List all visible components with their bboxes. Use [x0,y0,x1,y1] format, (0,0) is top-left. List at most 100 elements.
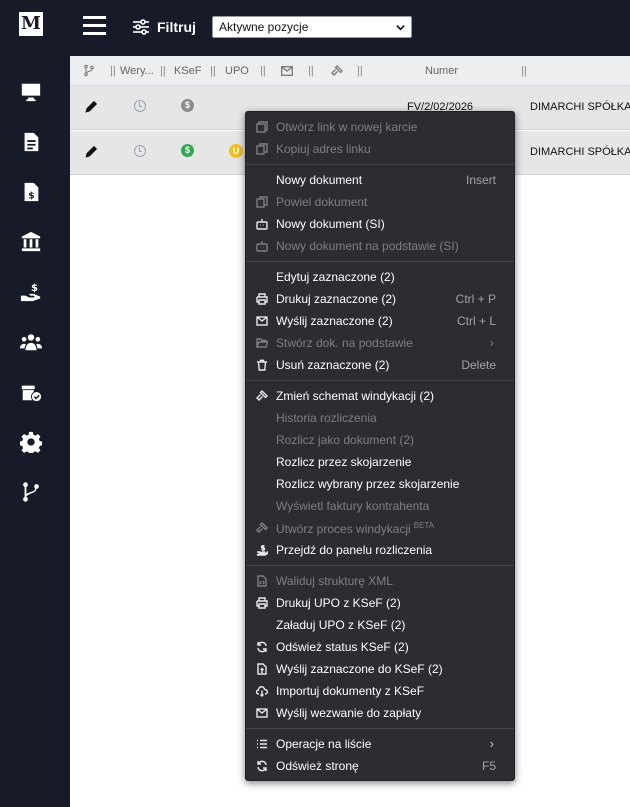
menu-item-edit-selected[interactable]: Edytuj zaznaczone (2) [246,266,514,288]
ksef-status-pending-icon[interactable]: $ [181,99,194,112]
menu-item-create-collection-process[interactable]: Utwórz proces windykacji BETA [246,517,514,539]
sidebar-item-workflow[interactable] [19,480,43,504]
gavel-icon [255,389,268,402]
edit-pencil-icon[interactable] [84,100,98,114]
branch-icon [23,482,39,502]
chevron-down-icon [396,25,405,31]
sidebar-item-settings[interactable] [19,430,43,454]
hand-dollar-icon [255,543,268,556]
column-separator[interactable]: || [357,65,363,77]
menu-item-import-from-ksef[interactable]: Importuj dokumenty z KSeF [246,680,514,702]
menu-item-refresh-page[interactable]: Odśwież stronę F5 [246,755,514,777]
menu-item-settle-as-document[interactable]: Rozlicz jako dokument (2) [246,429,514,451]
select-value: Aktywne pozycje [219,20,309,34]
ksef-status-sent-icon[interactable]: $ [181,144,194,157]
printer-icon [255,292,268,305]
menu-item-duplicate-document[interactable]: Powiel dokument [246,191,514,213]
trash-icon [255,358,268,371]
app-logo[interactable]: M [19,12,43,36]
edit-pencil-icon[interactable] [84,145,98,159]
menu-item-validate-xml[interactable]: Waliduj strukturę XML [246,570,514,592]
column-header-ksef[interactable]: KSeF [174,65,202,77]
robot-icon [255,239,268,252]
sidebar-item-documents[interactable] [19,130,43,154]
sidebar-item-dashboard[interactable] [19,80,43,104]
position-filter-select[interactable]: Aktywne pozycje [212,16,412,38]
folder-open-icon [255,336,268,349]
copy-icon [255,195,268,208]
column-header-weryfikacja[interactable]: Wery... [120,65,154,77]
users-icon [20,334,42,351]
upo-badge-icon[interactable]: U [229,144,243,158]
menu-item-print-upo[interactable]: Drukuj UPO z KSeF (2) [246,592,514,614]
column-separator[interactable]: || [160,65,166,77]
app-window: M $ $ Filtruj Aktywne pozycje || Wery...… [0,0,630,807]
column-separator[interactable]: || [521,65,527,77]
menu-item-load-upo[interactable]: Załaduj UPO z KSeF (2) [246,614,514,636]
column-separator[interactable]: || [260,65,266,77]
menu-divider [246,728,514,729]
sidebar-item-contractors[interactable] [19,330,43,354]
bank-icon [21,231,41,252]
envelope-icon [255,314,268,327]
topbar: Filtruj Aktywne pozycje [70,0,630,56]
sidebar: M $ $ [0,0,70,807]
sidebar-item-bank[interactable] [19,230,43,254]
gear-icon [20,431,42,453]
menu-item-settle-by-matching[interactable]: Rozlicz przez skojarzenie [246,451,514,473]
cloud-download-icon [255,684,268,697]
sliders-icon [133,19,149,35]
menu-item-delete-selected[interactable]: Usuń zaznaczone (2) Delete [246,354,514,376]
hand-dollar-icon: $ [20,283,41,302]
menu-item-show-contractor-invoices[interactable]: Wyświetl faktury kontrahenta [246,495,514,517]
copy-icon [255,142,268,155]
menu-item-send-to-ksef[interactable]: Wyślij zaznaczone do KSeF (2) [246,658,514,680]
box-check-icon [21,385,42,403]
menu-item-print-selected[interactable]: Drukuj zaznaczone (2) Ctrl + P [246,288,514,310]
menu-item-send-payment-reminder[interactable]: Wyślij wezwanie do zapłaty [246,702,514,724]
menu-divider [246,380,514,381]
file-code-icon [255,574,268,587]
menu-item-new-document-based-ai[interactable]: Nowy dokument na podstawie (SI) [246,235,514,257]
menu-item-change-collection-scheme[interactable]: Zmień schemat windykacji (2) [246,385,514,407]
menu-item-copy-link[interactable]: Kopiuj adres linku [246,138,514,160]
invoice-dollar-icon: $ [24,182,39,201]
menu-item-settle-selected-by-matching[interactable]: Rozlicz wybrany przez skojarzenie [246,473,514,495]
sidebar-item-invoices[interactable]: $ [19,180,43,204]
menu-divider [246,565,514,566]
envelope-column-icon[interactable] [281,66,293,76]
refresh-icon [255,759,268,772]
menu-item-send-selected[interactable]: Wyślij zaznaczone (2) Ctrl + L [246,310,514,332]
monitor-icon [21,83,41,102]
sidebar-item-warehouse[interactable] [19,380,43,404]
open-new-tab-icon [255,120,268,133]
file-upload-icon [255,662,268,675]
table-header: || Wery... || KSeF || UPO || || || Numer… [70,56,630,86]
branch-column-icon[interactable] [83,64,95,77]
menu-divider [246,164,514,165]
menu-item-go-to-settlement-panel[interactable]: Przejdź do panelu rozliczenia [246,539,514,561]
menu-item-new-document[interactable]: Nowy dokument Insert [246,169,514,191]
menu-item-new-document-ai[interactable]: Nowy dokument (SI) [246,213,514,235]
column-header-numer[interactable]: Numer [425,65,458,77]
sidebar-item-payments[interactable]: $ [19,280,43,304]
list-icon [255,737,268,750]
beta-badge: BETA [413,521,435,530]
column-separator[interactable]: || [110,65,116,77]
column-separator[interactable]: || [308,65,314,77]
column-separator[interactable]: || [210,65,216,77]
column-header-upo[interactable]: UPO [225,65,249,77]
menu-item-list-operations[interactable]: Operacje na liście › [246,733,514,755]
gavel-column-icon[interactable] [331,65,343,77]
context-menu: Otwórz link w nowej karcie Kopiuj adres … [245,111,515,781]
menu-item-create-based-on[interactable]: Stwórz dok. na podstawie › [246,332,514,354]
menu-item-settlement-history[interactable]: Historia rozliczenia [246,407,514,429]
menu-item-open-new-tab[interactable]: Otwórz link w nowej karcie [246,116,514,138]
hamburger-menu-button[interactable] [83,16,106,35]
filter-label: Filtruj [157,19,196,35]
chevron-right-icon: › [489,335,494,350]
filter-button[interactable]: Filtruj [132,17,196,37]
printer-icon [255,596,268,609]
chevron-right-icon: › [489,736,494,751]
menu-item-refresh-ksef-status[interactable]: Odśwież status KSeF (2) [246,636,514,658]
